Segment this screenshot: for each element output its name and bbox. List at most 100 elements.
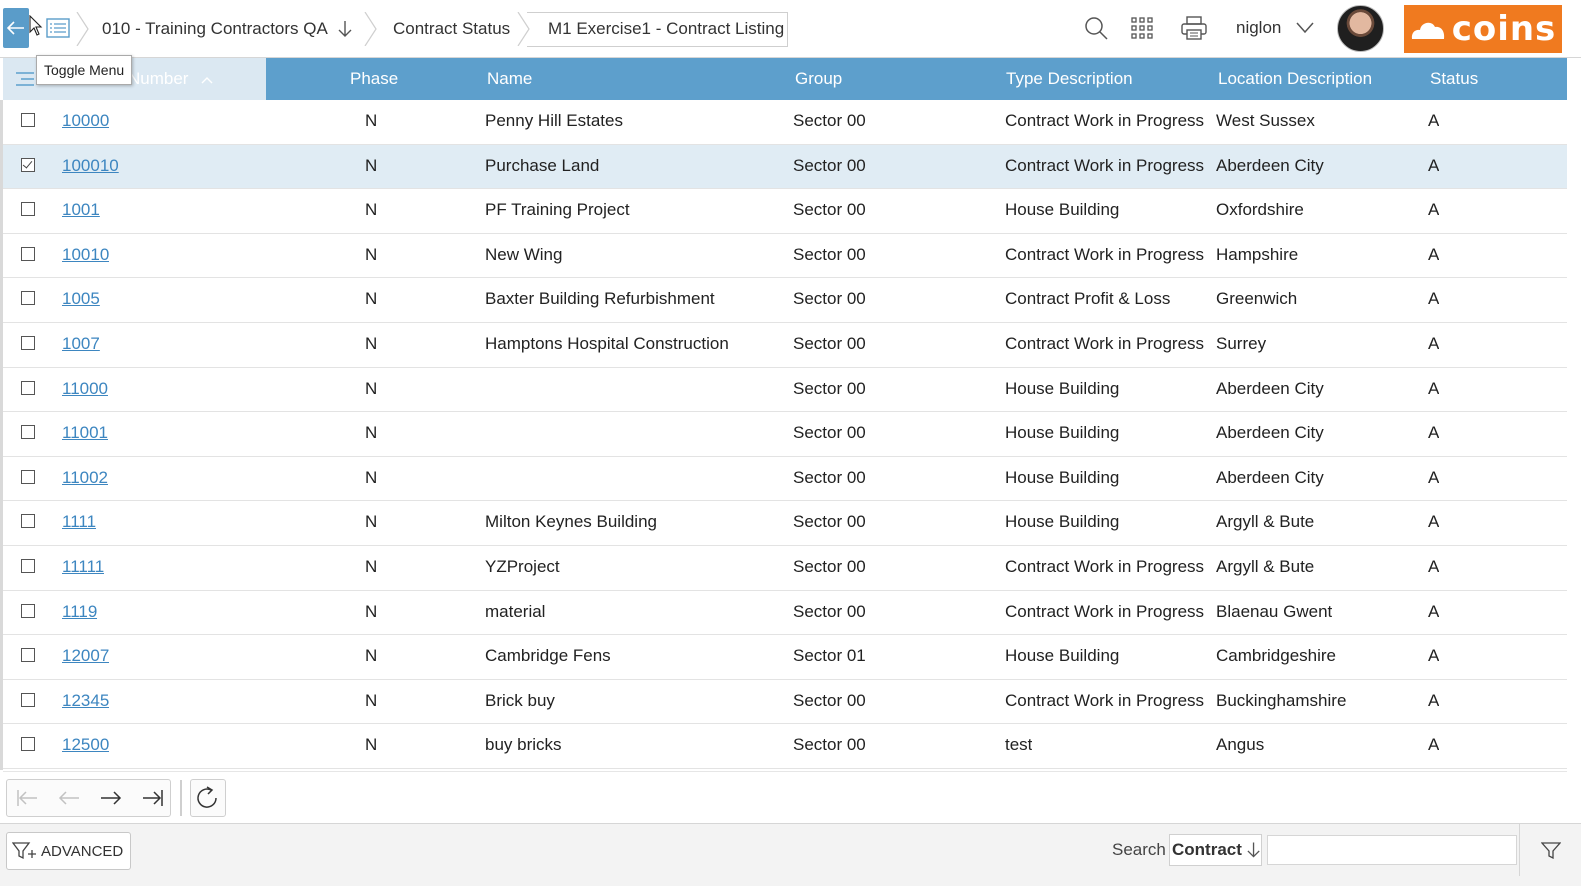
company-selector[interactable]: 010 - Training Contractors QA	[102, 12, 353, 46]
row-checkbox[interactable]	[21, 380, 35, 395]
table-row[interactable]: 1005 N Baxter Building Refurbishment Sec…	[3, 278, 1567, 323]
table-row[interactable]: 12500 N buy bricks Sector 00 test Angus …	[3, 724, 1567, 769]
search-field-select[interactable]: Contract	[1169, 834, 1262, 866]
row-checkbox[interactable]	[21, 425, 35, 440]
contract-number-link[interactable]: 12500	[62, 724, 109, 768]
column-header-group[interactable]: Group	[795, 58, 842, 100]
list-view-button[interactable]	[44, 14, 72, 42]
row-checkbox[interactable]	[21, 559, 35, 573]
type-description-cell: Contract Work in Progress	[1005, 557, 1205, 576]
breadcrumb-item-contract-status[interactable]: Contract Status	[393, 12, 510, 46]
contract-number-link[interactable]: 10010	[62, 234, 109, 278]
name-cell	[485, 457, 785, 501]
contract-number-link[interactable]: 1005	[62, 278, 100, 322]
back-button[interactable]	[3, 8, 29, 48]
search-button[interactable]	[1081, 12, 1111, 44]
row-checkbox[interactable]	[21, 291, 35, 306]
row-checkbox[interactable]	[21, 737, 35, 752]
type-description-cell: Contract Profit & Loss	[1005, 289, 1171, 309]
column-header-name[interactable]: Name	[487, 58, 532, 100]
column-label: Status	[1430, 69, 1479, 88]
group-cell: Sector 00	[793, 155, 866, 175]
table-row[interactable]: 1001 N PF Training Project Sector 00 Hou…	[3, 189, 1567, 234]
table-row[interactable]: 1111 N Milton Keynes Building Sector 00 …	[3, 501, 1567, 546]
previous-page-button[interactable]	[49, 784, 89, 812]
table-row[interactable]: 11002 N Sector 00 House Building Aberdee…	[3, 457, 1567, 502]
last-page-button[interactable]	[133, 784, 173, 812]
row-checkbox[interactable]	[21, 246, 35, 261]
refresh-button[interactable]	[190, 779, 226, 817]
column-header-type-description[interactable]: Type Description	[1006, 58, 1133, 100]
advanced-filter-button[interactable]: ADVANCED	[6, 832, 131, 870]
table-row[interactable]: 1119 N material Sector 00 Contract Work …	[3, 591, 1567, 636]
location-description-cell: Aberdeen City	[1216, 155, 1324, 175]
next-page-button[interactable]	[91, 784, 131, 812]
contract-number-link[interactable]: 11000	[62, 368, 108, 412]
breadcrumb-separator	[76, 12, 89, 46]
refresh-icon	[197, 786, 217, 808]
user-menu[interactable]: niglon	[1236, 18, 1281, 38]
column-label: Name	[487, 69, 533, 88]
column-header-number[interactable]: Number	[128, 58, 213, 100]
avatar[interactable]	[1337, 5, 1384, 52]
contract-number-link[interactable]: 12345	[62, 680, 109, 724]
contract-number-link[interactable]: 1007	[62, 323, 100, 367]
row-checkbox[interactable]	[21, 469, 35, 484]
table-row[interactable]: 1007 N Hamptons Hospital Construction Se…	[3, 323, 1567, 368]
toggle-menu-icon[interactable]	[15, 70, 35, 88]
contract-number-link[interactable]: 100010	[62, 145, 119, 189]
column-header-status[interactable]: Status	[1430, 58, 1478, 100]
breadcrumb-item-contract-listing[interactable]: M1 Exercise1 - Contract Listing	[548, 12, 784, 46]
contract-number-link[interactable]: 1119	[62, 591, 97, 635]
location-description-cell: West Sussex	[1216, 111, 1315, 130]
contract-number-link[interactable]: 1111	[62, 501, 96, 545]
row-checkbox[interactable]	[21, 692, 35, 707]
contract-number-link[interactable]: 10000	[62, 100, 109, 144]
table-row[interactable]: 12007 N Cambridge Fens Sector 01 House B…	[3, 635, 1567, 680]
row-checkbox[interactable]	[21, 157, 35, 172]
row-checkbox[interactable]	[21, 202, 35, 217]
contract-number-link[interactable]: 1001	[62, 189, 100, 233]
row-checkbox[interactable]	[21, 514, 35, 529]
name-cell: Milton Keynes Building	[485, 512, 657, 532]
phase-cell: N	[365, 289, 378, 309]
table-row[interactable]: 11000 N Sector 00 House Building Aberdee…	[3, 368, 1567, 413]
column-header-phase[interactable]: Phase	[350, 58, 398, 100]
location-description-cell: Aberdeen City	[1216, 467, 1324, 487]
table-row[interactable]: 100010 N Purchase Land Sector 00 Contrac…	[3, 144, 1567, 190]
contract-number-link[interactable]: 12007	[62, 635, 109, 679]
location-description-cell: Angus	[1216, 735, 1265, 755]
contract-number-link[interactable]: 11111	[62, 546, 104, 590]
phase-cell: N	[365, 735, 378, 755]
status-cell: A	[1428, 557, 1440, 576]
table-row[interactable]: 10010 N New Wing Sector 00 Contract Work…	[3, 234, 1567, 279]
contract-number-link[interactable]: 11002	[62, 457, 108, 501]
group-cell: Sector 00	[793, 735, 866, 755]
column-header-location-description[interactable]: Location Description	[1218, 58, 1372, 100]
print-button[interactable]	[1179, 12, 1209, 44]
type-description-cell: House Building	[1005, 646, 1120, 666]
contract-number-link[interactable]: 11001	[62, 412, 108, 456]
status-cell: A	[1428, 423, 1440, 443]
user-menu-toggle[interactable]	[1290, 12, 1320, 44]
row-checkbox[interactable]	[21, 113, 35, 127]
row-checkbox[interactable]	[21, 648, 35, 663]
status-cell: A	[1428, 690, 1440, 710]
top-bar: 010 - Training Contractors QA Contract S…	[0, 0, 1581, 58]
search-input[interactable]	[1267, 835, 1517, 865]
filter-button[interactable]	[1519, 824, 1581, 876]
table-row[interactable]: 11001 N Sector 00 House Building Aberdee…	[3, 412, 1567, 457]
tooltip-text: Toggle Menu	[44, 62, 125, 78]
advanced-label: ADVANCED	[41, 842, 124, 860]
location-description-cell: Oxfordshire	[1216, 200, 1304, 220]
table-row[interactable]: 10000 N Penny Hill Estates Sector 00 Con…	[3, 100, 1567, 145]
search-icon	[1085, 17, 1108, 40]
location-description-cell: Argyll & Bute	[1216, 512, 1315, 532]
first-page-button[interactable]	[7, 784, 47, 812]
column-label: Number	[128, 69, 189, 88]
row-checkbox[interactable]	[21, 603, 35, 618]
row-checkbox[interactable]	[21, 336, 35, 350]
table-row[interactable]: 11111 N YZProject Sector 00 Contract Wor…	[3, 546, 1567, 591]
apps-button[interactable]	[1127, 12, 1157, 44]
table-row[interactable]: 12345 N Brick buy Sector 00 Contract Wor…	[3, 680, 1567, 725]
